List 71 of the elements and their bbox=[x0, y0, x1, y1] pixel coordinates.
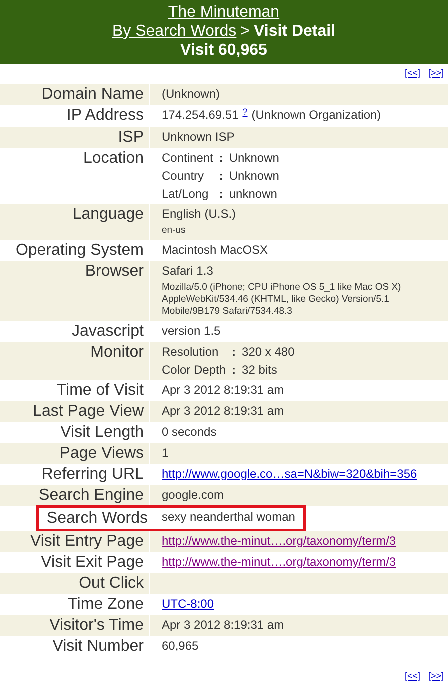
field-label: Monitor bbox=[90, 343, 144, 363]
field-label: Visit Exit Page bbox=[41, 553, 144, 573]
pair-value: 320 x 480 bbox=[242, 344, 296, 361]
field-value: 60,965 bbox=[162, 638, 199, 655]
pair-key: Color Depth bbox=[162, 361, 226, 379]
field-value: 0 seconds bbox=[162, 424, 217, 441]
field-value: Safari 1.3 bbox=[162, 263, 214, 280]
detail-text: Mobile/9B179 Safari/7534.48.3 bbox=[162, 306, 292, 318]
field-value: google.com bbox=[162, 487, 224, 504]
next-link[interactable]: [>>] bbox=[428, 67, 444, 81]
field-label: Visit Number bbox=[52, 637, 144, 657]
field-label: Out Click bbox=[79, 574, 144, 594]
field-label: Search Engine bbox=[39, 486, 144, 506]
field-label: ISP bbox=[118, 128, 144, 148]
field-label: Operating System bbox=[16, 241, 144, 261]
field-value: sexy neanderthal woman bbox=[162, 509, 296, 526]
field-value: Unknown ISP bbox=[162, 129, 235, 146]
field-value: English (U.S.) bbox=[162, 206, 236, 223]
pair-key: Continent bbox=[162, 149, 214, 167]
url-link[interactable]: UTC-8:00 bbox=[162, 594, 214, 615]
url-link[interactable]: http://www.google.co…sa=N&biw=320&bih=356 bbox=[162, 464, 418, 485]
previous-link[interactable]: [<<] bbox=[404, 670, 420, 684]
breadcrumb-separator: > bbox=[240, 22, 250, 41]
visit-heading: Visit 60,965 bbox=[180, 41, 268, 60]
next-link[interactable]: [>>] bbox=[428, 670, 444, 684]
pair-value: 32 bits bbox=[242, 362, 278, 379]
field-value: Apr 3 2012 8:19:31 am bbox=[162, 403, 284, 420]
field-value: Macintosh MacOSX bbox=[162, 242, 268, 259]
help-link[interactable]: ? bbox=[242, 102, 248, 123]
field-label: Time of Visit bbox=[56, 381, 144, 401]
field-label: Domain Name bbox=[42, 85, 144, 105]
pair-separator: : bbox=[219, 186, 224, 203]
page-title: Visit Detail bbox=[254, 22, 336, 41]
pair-separator: : bbox=[219, 168, 224, 185]
organization-text: (Unknown Organization) bbox=[252, 107, 382, 124]
field-value: version 1.5 bbox=[162, 323, 221, 340]
field-label: Time Zone bbox=[68, 595, 144, 615]
pair-key: Lat/Long bbox=[162, 185, 214, 203]
detail-text: AppleWebKit/534.46 (KHTML, like Gecko) Version/5.1 bbox=[162, 294, 390, 306]
field-label: Page Views bbox=[60, 444, 144, 464]
field-value: Apr 3 2012 8:19:31 am bbox=[162, 617, 284, 634]
field-label: Location bbox=[84, 149, 144, 169]
field-label: Search Words bbox=[46, 509, 148, 529]
detail-text: Mozilla/5.0 (iPhone; CPU iPhone OS 5_1 like Mac OS X) bbox=[162, 282, 402, 294]
pair-separator: : bbox=[232, 362, 236, 379]
field-label: Browser bbox=[85, 262, 144, 282]
field-label: Visitor's Time bbox=[50, 616, 144, 636]
site-link[interactable]: The Minuteman bbox=[168, 3, 280, 22]
detail-text: en-us bbox=[162, 225, 186, 237]
pair-key: Country bbox=[162, 167, 214, 185]
field-value: Apr 3 2012 8:19:31 am bbox=[162, 382, 284, 399]
field-label: IP Address bbox=[66, 106, 144, 126]
field-value: 1 bbox=[162, 445, 169, 462]
field-label: Visit Length bbox=[60, 423, 144, 443]
previous-link[interactable]: [<<] bbox=[404, 67, 420, 81]
field-label: Last Page View bbox=[33, 402, 144, 422]
pair-separator: : bbox=[232, 344, 236, 361]
pair-key: Resolution bbox=[162, 343, 226, 361]
url-link[interactable]: http://www.the-minut….org/taxonomy/term/3 bbox=[162, 531, 396, 552]
field-label: Referring URL bbox=[42, 465, 144, 485]
pair-separator: : bbox=[219, 150, 224, 167]
url-link[interactable]: http://www.the-minut….org/taxonomy/term/3 bbox=[162, 552, 396, 573]
field-value: 174.254.69.51 bbox=[162, 107, 239, 124]
pair-value: unknown bbox=[229, 186, 278, 203]
field-label: Javascript bbox=[72, 322, 144, 342]
breadcrumb-link[interactable]: By Search Words bbox=[112, 22, 237, 41]
pair-value: Unknown bbox=[229, 168, 280, 185]
field-label: Language bbox=[72, 205, 144, 225]
field-value: (Unknown) bbox=[162, 86, 220, 103]
field-label: Visit Entry Page bbox=[30, 532, 144, 552]
pair-value: Unknown bbox=[229, 150, 280, 167]
